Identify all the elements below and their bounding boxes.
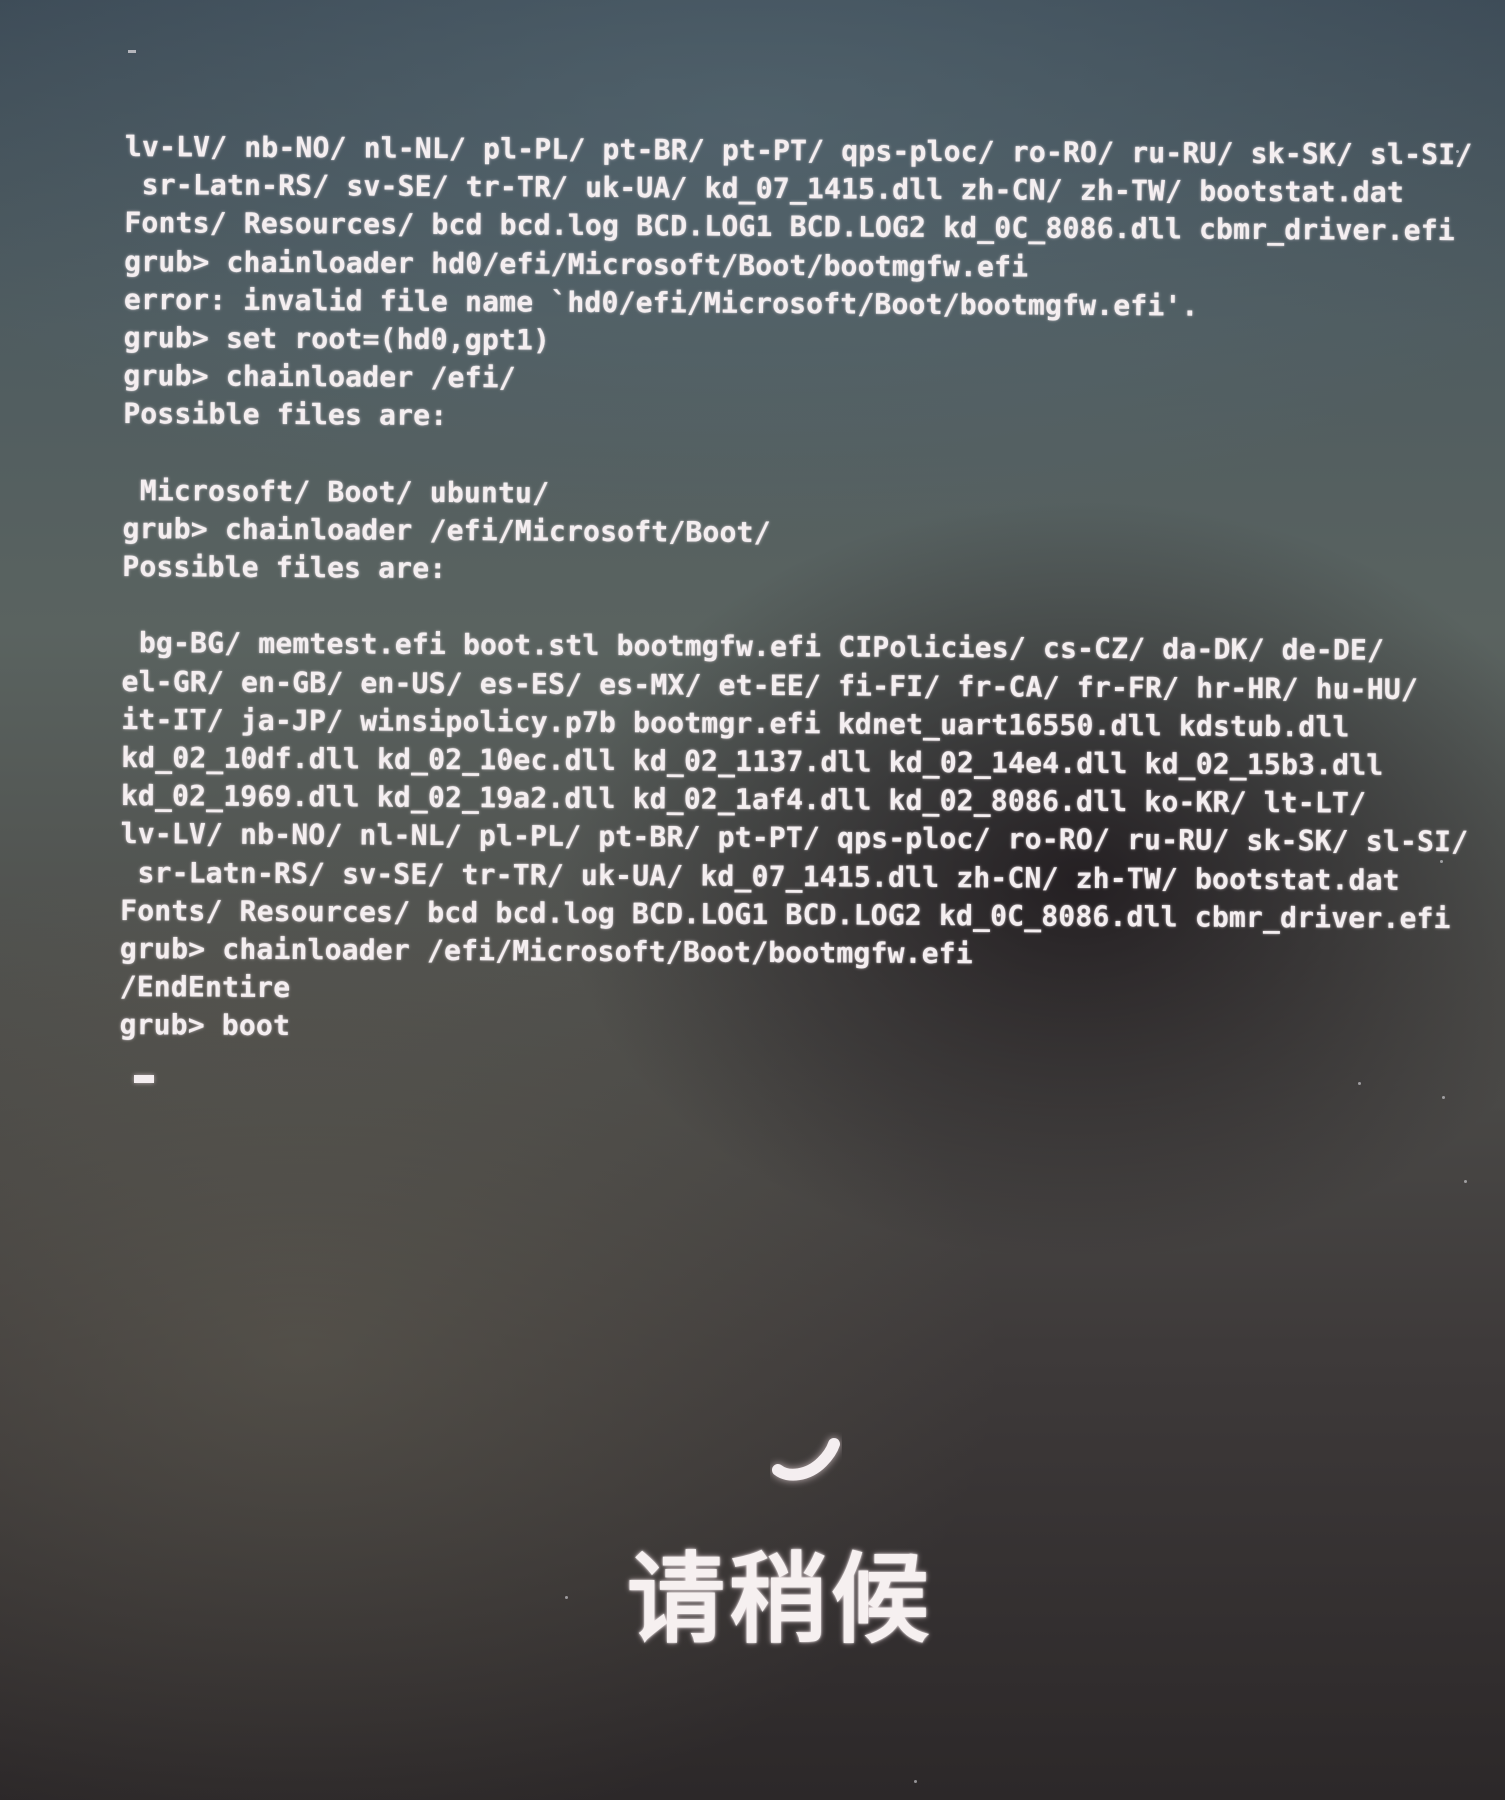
screen-dust-speck xyxy=(1464,1180,1467,1183)
screen-dust-speck xyxy=(914,1780,917,1783)
loading-spinner-icon xyxy=(770,1432,842,1488)
command-line: grub> chainloader /efi/Microsoft/Boot/bo… xyxy=(119,931,973,971)
terminal-line: Possible files are: xyxy=(123,397,448,433)
grub-terminal-output: lv-LV/ nb-NO/ nl-NL/ pl-PL/ pt-BR/ pt-PT… xyxy=(119,128,1472,1052)
screen-dust-speck xyxy=(1358,1082,1361,1085)
please-wait-label: 请稍候 xyxy=(626,1543,933,1657)
grub-console-screen: lv-LV/ nb-NO/ nl-NL/ pl-PL/ pt-BR/ pt-PT… xyxy=(0,0,1505,1800)
screen-dust-speck xyxy=(1440,860,1443,863)
screen-dust-speck xyxy=(1442,1096,1445,1099)
command-line: grub> boot xyxy=(119,1008,291,1043)
stray-top-mark xyxy=(128,50,136,53)
screen-dust-speck xyxy=(1456,150,1459,153)
text-cursor xyxy=(134,1075,154,1083)
screen-dust-speck xyxy=(565,1596,568,1599)
